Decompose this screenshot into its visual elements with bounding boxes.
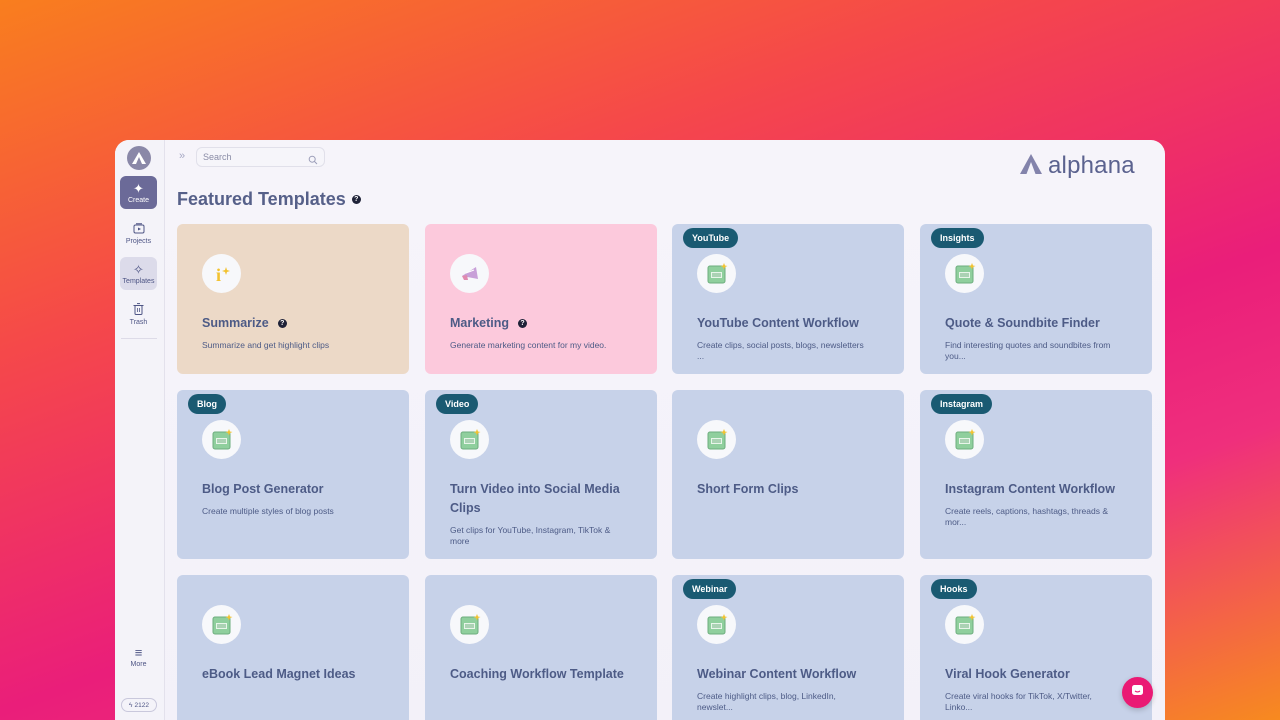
template-card-hooks[interactable]: Hooks Viral Hook Generator Create viral …: [920, 575, 1152, 720]
category-tag: Blog: [188, 394, 226, 414]
search-icon[interactable]: [308, 152, 318, 170]
document-icon: [202, 605, 241, 644]
card-title: Instagram Content Workflow: [945, 482, 1115, 496]
menu-icon: ≡: [134, 644, 143, 660]
sparkle-outline-icon: ✧: [133, 261, 144, 277]
template-card-short-form[interactable]: Short Form Clips: [672, 390, 904, 559]
card-description: Summarize and get highlight clips: [202, 340, 330, 350]
sidebar-item-create[interactable]: ✦ Create: [120, 176, 157, 209]
card-title: Viral Hook Generator: [945, 667, 1070, 681]
expand-sidebar-icon[interactable]: »: [179, 150, 185, 162]
document-icon: [450, 605, 489, 644]
category-tag: Instagram: [931, 394, 993, 414]
document-icon: [945, 254, 984, 293]
card-description: Generate marketing content for my video.: [450, 340, 607, 350]
card-title: YouTube Content Workflow: [697, 316, 859, 330]
template-card-ebook[interactable]: eBook Lead Magnet Ideas: [177, 575, 409, 720]
card-description: Create viral hooks for TikTok, X/Twitter…: [945, 691, 1092, 712]
card-title: Coaching Workflow Template: [450, 667, 624, 681]
category-tag: Video: [436, 394, 479, 414]
lightning-icon: ϟ: [129, 701, 133, 709]
document-icon: [697, 420, 736, 459]
template-card-marketing[interactable]: Marketing ? Generate marketing content f…: [425, 224, 657, 374]
sidebar-item-label: Projects: [125, 237, 152, 245]
card-description: Create multiple styles of blog posts: [202, 506, 334, 516]
credits-badge[interactable]: ϟ 2122: [121, 698, 157, 712]
card-description: Create reels, captions, hashtags, thread…: [945, 506, 1109, 527]
sidebar-item-label: More: [130, 660, 147, 668]
card-title: Summarize ?: [202, 314, 392, 333]
template-card-insights[interactable]: Insights Quote & Soundbite Finder Find i…: [920, 224, 1152, 374]
video-folder-icon: [133, 222, 145, 236]
card-description: Create highlight clips, blog, LinkedIn, …: [697, 691, 836, 712]
template-card-blog[interactable]: Blog Blog Post Generator Create multiple…: [177, 390, 409, 559]
template-card-coaching[interactable]: Coaching Workflow Template: [425, 575, 657, 720]
template-card-webinar[interactable]: Webinar Webinar Content Workflow Create …: [672, 575, 904, 720]
template-card-video[interactable]: Video Turn Video into Social Media Clips…: [425, 390, 657, 559]
card-title-text: Summarize: [202, 316, 269, 330]
template-card-youtube[interactable]: YouTube YouTube Content Workflow Create …: [672, 224, 904, 374]
trash-icon: [133, 303, 144, 317]
search-box[interactable]: [196, 147, 325, 167]
document-icon: [945, 605, 984, 644]
sidebar-item-more[interactable]: ≡ More: [120, 640, 157, 673]
card-title: Blog Post Generator: [202, 482, 324, 496]
app-window: ✦ Create Projects ✧ Templates Trash ≡ Mo…: [115, 140, 1165, 720]
chat-icon: [1131, 684, 1144, 702]
brand-triangle-icon: [1020, 153, 1042, 179]
chat-support-button[interactable]: [1122, 677, 1153, 708]
category-tag: Webinar: [683, 579, 737, 599]
sidebar-item-label: Templates: [122, 277, 155, 285]
credits-count: 2122: [134, 701, 149, 709]
sparkle-icon: ✦: [133, 180, 144, 196]
brand-logo: alphana: [1020, 152, 1135, 180]
page-title: Featured Templates ?: [177, 189, 361, 210]
card-description: Get clips for YouTube, Instagram, TikTok…: [450, 525, 611, 546]
sidebar-item-trash[interactable]: Trash: [120, 298, 157, 331]
card-description: Find interesting quotes and soundbites f…: [945, 340, 1111, 361]
info-icon[interactable]: ?: [518, 319, 528, 328]
document-icon: [697, 605, 736, 644]
card-title: eBook Lead Magnet Ideas: [202, 667, 356, 681]
brand-name: alphana: [1048, 152, 1135, 179]
sidebar: ✦ Create Projects ✧ Templates Trash ≡ Mo…: [115, 140, 165, 720]
card-title: Webinar Content Workflow: [697, 667, 857, 681]
megaphone-icon: [450, 254, 489, 293]
sidebar-divider: [121, 338, 157, 339]
category-tag: Hooks: [931, 579, 977, 599]
sidebar-item-label: Create: [127, 196, 149, 204]
document-icon: [202, 420, 241, 459]
category-tag: YouTube: [683, 228, 739, 248]
sidebar-item-label: Trash: [129, 319, 148, 326]
sidebar-item-templates[interactable]: ✧ Templates: [120, 257, 157, 290]
card-title: Turn Video into Social Media Clips: [450, 482, 620, 515]
card-title: Short Form Clips: [697, 482, 799, 496]
template-card-summarize[interactable]: i Summarize ? Summarize and get highligh…: [177, 224, 409, 374]
document-icon: [450, 420, 489, 459]
card-description: Create clips, social posts, blogs, newsl…: [697, 340, 864, 361]
bulb-icon: i: [202, 254, 241, 293]
info-icon[interactable]: ?: [351, 195, 361, 204]
document-icon: [697, 254, 736, 293]
card-title: Marketing ?: [450, 314, 640, 333]
page-title-text: Featured Templates: [177, 189, 346, 209]
card-title: Quote & Soundbite Finder: [945, 316, 1100, 330]
app-logo-icon[interactable]: [127, 146, 151, 170]
svg-text:i: i: [216, 265, 221, 285]
search-input[interactable]: [203, 152, 303, 162]
sidebar-item-projects[interactable]: Projects: [120, 217, 157, 250]
card-title-text: Marketing: [450, 316, 510, 330]
info-icon[interactable]: ?: [277, 319, 287, 328]
template-card-instagram[interactable]: Instagram Instagram Content Workflow Cre…: [920, 390, 1152, 559]
document-icon: [945, 420, 984, 459]
category-tag: Insights: [931, 228, 984, 248]
